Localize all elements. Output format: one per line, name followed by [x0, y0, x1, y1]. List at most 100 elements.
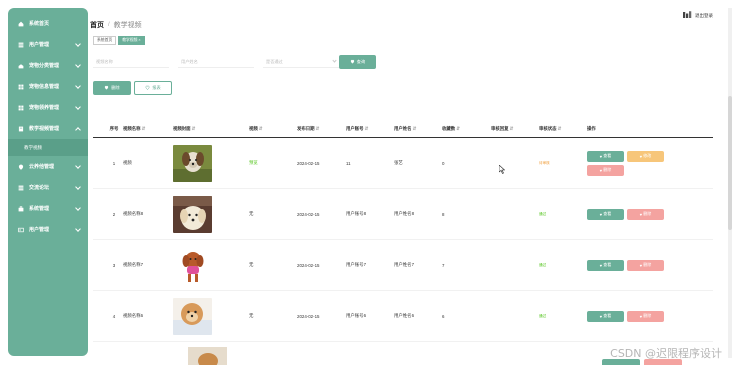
cell-acct: 11 [346, 160, 351, 166]
sidebar-item-pet-adopt[interactable]: 宠物领养管理 [8, 97, 88, 118]
cell-video-link[interactable]: 预览 [249, 160, 297, 166]
col-uname[interactable]: 用户姓名⇵ [394, 126, 442, 132]
cell-name: 视频名称6 [123, 313, 144, 318]
delete-button[interactable]: ♥ 删除 [587, 164, 624, 176]
cell-uname: 张艺 [394, 160, 403, 165]
batch-delete-button[interactable]: 删除 [93, 81, 131, 95]
sidebar-item-cloud[interactable]: 云养他管理 [8, 156, 88, 177]
sidebar-item-pet-category[interactable]: 宠物分类管理 [8, 55, 88, 76]
col-acct[interactable]: 用户账号⇵ [346, 126, 394, 132]
breadcrumb-separator: / [108, 22, 110, 28]
sidebar-item-label: 教学视频管理 [29, 126, 60, 132]
cell-name: 视频 [123, 160, 132, 165]
cell-date: 2024-02-15 [297, 211, 320, 217]
sidebar-item-user-mgmt-2[interactable]: 用户管理 [8, 219, 88, 240]
list-icon [18, 42, 24, 48]
cell-cover [173, 297, 249, 335]
sidebar-item-system[interactable]: 系统管理 [8, 198, 88, 219]
username-input[interactable]: 用户姓名 [178, 56, 254, 68]
search-bar: 视频名称 用户姓名 是否通过 查询 [93, 55, 376, 69]
grid-icon [18, 84, 24, 90]
view-button[interactable]: ♥ 查看 [587, 150, 624, 162]
cell-uname: 用户姓名6 [394, 313, 415, 318]
sidebar-item-user-mgmt[interactable]: 用户管理 [8, 34, 88, 55]
breadcrumb-home[interactable]: 首页 [90, 20, 104, 30]
sidebar-item-label: 用户管理 [29, 42, 50, 48]
status-badge: 通过 [539, 211, 547, 216]
search-button[interactable]: 查询 [339, 55, 376, 69]
cover-image[interactable] [173, 195, 212, 233]
col-fav[interactable]: 收藏数⇵ [442, 126, 491, 132]
col-video[interactable]: 视频⇵ [249, 126, 297, 132]
view-button[interactable]: ♥ 查看 [587, 259, 624, 271]
sidebar-item-home[interactable]: 系统首页 [8, 13, 88, 34]
delete-button[interactable]: ♥ 删除 [627, 310, 664, 322]
cover-image[interactable] [173, 297, 212, 335]
col-idx: 序号 [109, 125, 119, 131]
cell-uname: 用户姓名7 [394, 262, 415, 267]
cell-fav: 7 [442, 262, 445, 268]
sidebar-subitem-teaching-video[interactable]: 教学视频 [8, 139, 88, 156]
table-row: 3 视频名称7 无 2024-02-15 用户账号7 用户姓名7 7 通过 ♥ … [93, 240, 713, 291]
cell-cover [173, 246, 249, 284]
sidebar-subitem-label: 教学视频 [24, 144, 42, 150]
status-select[interactable]: 是否通过 [263, 56, 339, 68]
tab-teaching-video[interactable]: 教学视频 × [118, 36, 145, 45]
table-row: 4 视频名称6 无 2024-02-15 用户账号6 用户姓名6 6 通过 ♥ … [93, 291, 713, 342]
video-name-input[interactable]: 视频名称 [93, 56, 169, 68]
tab-bar: 系统首页 教学视频 × [93, 36, 145, 45]
cover-image[interactable] [173, 246, 212, 284]
col-date[interactable]: 发布日期⇵ [297, 126, 346, 132]
cell-ops: ♥ 查看 ♥ 修改 ♥ 删除 [587, 150, 713, 176]
logout-button[interactable]: 退出登录 [683, 11, 713, 20]
col-reply[interactable]: 审核回复⇵ [491, 126, 539, 132]
cell-video: 无 [249, 313, 254, 318]
action-bar: 删除 报表 [93, 81, 172, 95]
chevron-down-icon [75, 226, 81, 232]
chevron-down-icon [75, 41, 81, 47]
mouse-cursor-icon [498, 164, 506, 176]
col-name[interactable]: 视频名称⇵ [123, 126, 173, 132]
watermark: CSDN @迟限程序设计 [610, 347, 722, 360]
table-row: 1 视频 预览 2024-02-15 11 张艺 0 待审核 ♥ 查看 ♥ 修改… [93, 138, 713, 189]
view-button[interactable]: ♥ 查看 [587, 208, 624, 220]
sidebar-item-pet-info[interactable]: 宠物信息管理 [8, 76, 88, 97]
grid-icon [18, 105, 24, 111]
sidebar-item-label: 系统首页 [29, 21, 50, 27]
cell-idx: 2 [112, 211, 116, 217]
chevron-down-icon [75, 62, 81, 68]
report-button[interactable]: 报表 [134, 81, 172, 95]
scrollbar-thumb[interactable] [728, 96, 732, 230]
sidebar-item-video-mgmt[interactable]: 教学视频管理 [8, 118, 88, 139]
col-cover[interactable]: 视频封面⇵ [173, 126, 249, 132]
sidebar-item-label: 宠物分类管理 [29, 63, 60, 69]
chevron-down-icon [75, 163, 81, 169]
cell-acct: 用户账号8 [346, 211, 367, 216]
sort-icon: ⇵ [456, 125, 460, 131]
col-ops: 操作 [587, 125, 596, 131]
cell-acct: 用户账号7 [346, 262, 367, 267]
sort-icon: ⇵ [412, 125, 417, 131]
sidebar-item-forum[interactable]: 交流论坛 [8, 177, 88, 198]
sidebar-item-label: 宠物领养管理 [29, 105, 60, 111]
delete-button[interactable]: ♥ 删除 [627, 208, 664, 220]
sort-icon: ⇵ [509, 125, 514, 131]
tab-home[interactable]: 系统首页 [93, 36, 117, 45]
col-status[interactable]: 审核状态⇵ [539, 126, 587, 132]
chevron-down-icon [332, 58, 337, 63]
chevron-down-icon [75, 205, 81, 211]
cell-idx: 4 [112, 313, 116, 319]
sort-icon: ⇵ [557, 125, 562, 131]
cell-ops: ♥ 查看 ♥ 删除 [587, 208, 713, 220]
status-badge: 通过 [539, 262, 547, 267]
cover-image[interactable] [173, 144, 212, 182]
cell-idx: 3 [112, 262, 116, 268]
scrollbar[interactable] [728, 8, 732, 358]
delete-button[interactable]: ♥ 删除 [627, 259, 664, 271]
heart-icon [104, 85, 109, 91]
search-button-label: 查询 [356, 59, 366, 64]
briefcase-icon [18, 205, 24, 212]
edit-button[interactable]: ♥ 修改 [627, 150, 664, 162]
view-button[interactable]: ♥ 查看 [587, 310, 624, 322]
list-icon [18, 185, 24, 191]
